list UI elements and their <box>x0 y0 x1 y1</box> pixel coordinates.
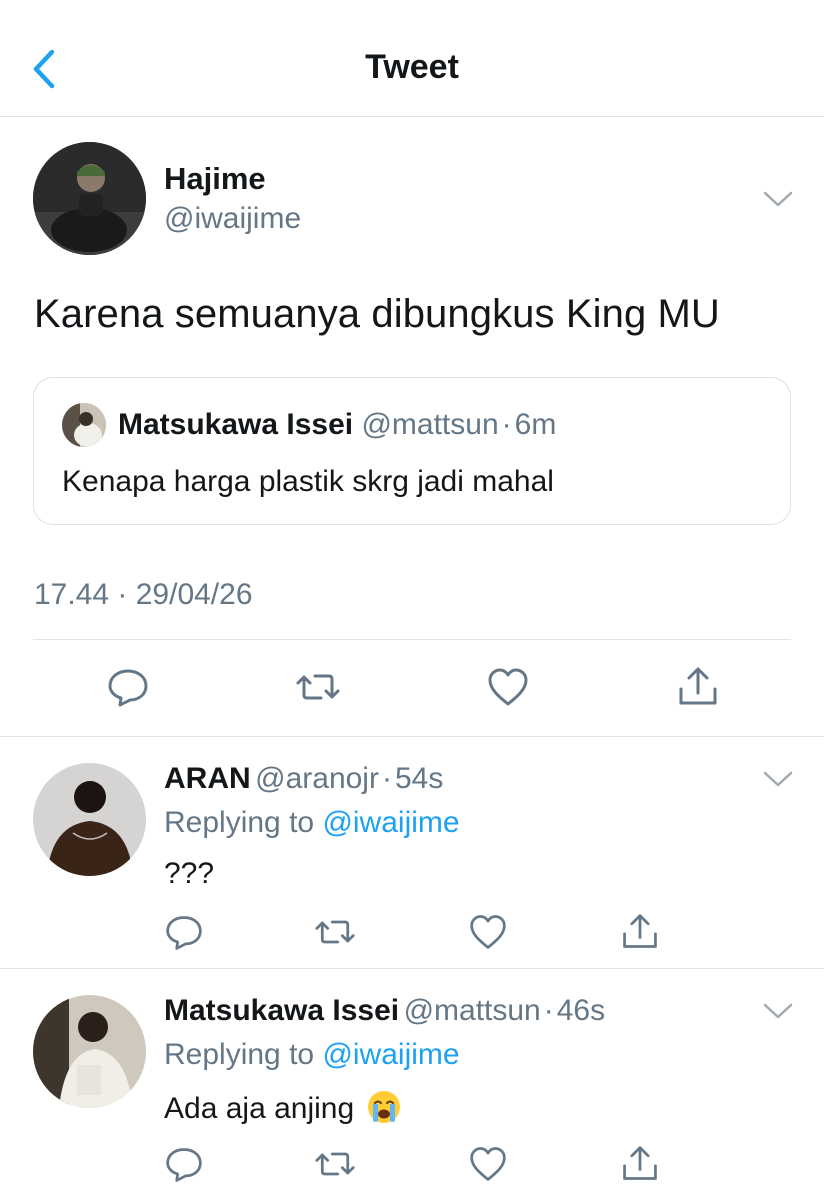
tweet-text: Karena semuanya dibungkus King MU <box>34 292 720 336</box>
replying-to-label: Replying to <box>164 1038 315 1071</box>
like-icon <box>470 915 506 949</box>
reply-author-name[interactable]: Matsukawa Issei <box>164 994 399 1027</box>
like-button[interactable] <box>486 665 530 709</box>
reply-author-handle[interactable]: @mattsun <box>404 994 541 1027</box>
crying-face-emoji <box>367 1090 401 1132</box>
reply-icon <box>166 1148 202 1182</box>
replying-to-mention[interactable]: @iwaijime <box>322 1038 459 1071</box>
reply-icon <box>166 916 202 950</box>
chevron-down-icon <box>763 191 793 207</box>
reply-author-avatar[interactable] <box>33 763 146 876</box>
tweet-options-button[interactable] <box>762 188 794 210</box>
divider <box>33 639 791 640</box>
author-name[interactable]: Hajime <box>164 161 266 197</box>
reply-time: 46s <box>556 994 606 1027</box>
separator-dot: · <box>543 994 554 1027</box>
share-button[interactable] <box>620 1144 660 1184</box>
page-title: Tweet <box>365 48 459 86</box>
quoted-time: 6m <box>514 408 557 441</box>
like-icon <box>470 1147 506 1181</box>
replying-to-mention[interactable]: @iwaijime <box>322 806 459 839</box>
reply-author-avatar[interactable] <box>33 995 146 1108</box>
share-button[interactable] <box>676 665 720 709</box>
reply-text: Ada aja anjing <box>164 1092 355 1125</box>
share-icon <box>623 914 657 948</box>
retweet-icon <box>296 674 340 700</box>
retweet-button[interactable] <box>315 912 355 952</box>
quoted-author-handle: @mattsun <box>361 408 499 441</box>
share-icon <box>679 667 717 705</box>
chevron-down-icon <box>763 1003 793 1019</box>
like-button[interactable] <box>468 912 508 952</box>
reply-time: 54s <box>394 762 444 795</box>
reply-options-button[interactable] <box>762 768 794 790</box>
reply-author-handle[interactable]: @aranojr <box>255 762 379 795</box>
quoted-author-name: Matsukawa Issei <box>118 408 354 441</box>
reply-author-name[interactable]: ARAN <box>164 762 251 795</box>
divider <box>0 736 824 737</box>
reply-button[interactable] <box>164 1144 204 1184</box>
author-handle[interactable]: @iwaijime <box>164 202 301 236</box>
like-icon <box>488 668 528 706</box>
quoted-tweet-header: Matsukawa Issei @mattsun · 6m <box>118 408 556 442</box>
reply-text-line: Ada aja anjing <box>164 1090 401 1132</box>
separator-dot: · <box>501 408 512 441</box>
quoted-author-avatar <box>62 403 106 447</box>
reply-header: ARAN @aranojr · 54s <box>164 762 443 796</box>
reply-text: ??? <box>164 857 215 890</box>
retweet-button[interactable] <box>315 1144 355 1184</box>
divider <box>0 968 824 969</box>
reply-button[interactable] <box>106 665 150 709</box>
avatar[interactable] <box>33 142 146 255</box>
reply-icon <box>108 669 148 707</box>
chevron-down-icon <box>763 771 793 787</box>
share-button[interactable] <box>620 912 660 952</box>
reply-options-button[interactable] <box>762 1000 794 1022</box>
share-icon <box>623 1146 657 1180</box>
reply-header: Matsukawa Issei @mattsun · 46s <box>164 994 605 1028</box>
like-button[interactable] <box>468 1144 508 1184</box>
tweet-timestamp: 17.44 · 29/04/26 <box>34 578 253 611</box>
retweet-button[interactable] <box>296 665 340 709</box>
quoted-tweet-text: Kenapa harga plastik skrg jadi mahal <box>62 465 554 498</box>
retweet-icon <box>315 920 355 944</box>
replying-to-line: Replying to @iwaijime <box>164 806 460 840</box>
replying-to-line: Replying to @iwaijime <box>164 1038 460 1072</box>
reply-button[interactable] <box>164 912 204 952</box>
separator-dot: · <box>381 762 392 795</box>
quoted-tweet-card[interactable] <box>33 377 791 525</box>
replying-to-label: Replying to <box>164 806 315 839</box>
retweet-icon <box>315 1152 355 1176</box>
